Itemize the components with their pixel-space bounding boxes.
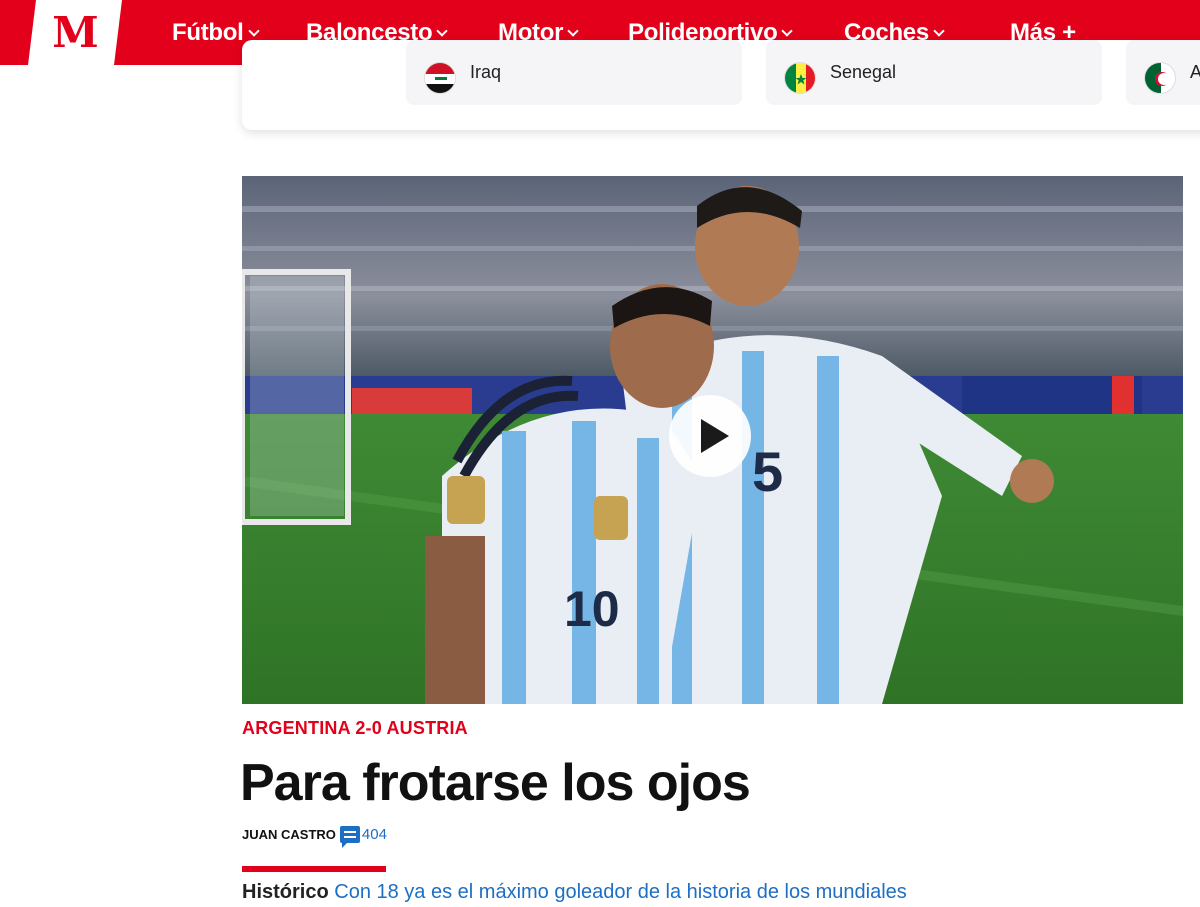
- play-video-button[interactable]: [669, 395, 751, 477]
- team-item-senegal[interactable]: Senegal: [766, 40, 1102, 105]
- article-headline[interactable]: Para frotarse los ojos: [240, 753, 751, 813]
- team-name: Iraq: [470, 62, 502, 82]
- chevron-down-icon: [567, 24, 579, 37]
- related-article-link[interactable]: Con 18 ya es el máximo goleador de la hi…: [334, 881, 907, 903]
- comments-count[interactable]: 404: [362, 826, 387, 843]
- team-name: Senegal: [830, 62, 897, 82]
- marca-logo[interactable]: M: [28, 0, 122, 65]
- hero-video-thumbnail[interactable]: 5 10: [242, 176, 1183, 704]
- team-item-algeria[interactable]: A: [1126, 40, 1200, 105]
- article-kicker: ARGENTINA 2-0 AUSTRIA: [242, 718, 468, 738]
- svg-text:10: 10: [564, 581, 620, 637]
- comment-icon[interactable]: [339, 826, 360, 848]
- author-name[interactable]: JUAN CASTRO: [242, 827, 336, 842]
- svg-text:5: 5: [752, 440, 783, 503]
- nav-label: Fútbol: [172, 18, 244, 46]
- senegal-flag-icon: [784, 62, 816, 94]
- iraq-flag-icon: [424, 62, 456, 94]
- related-article: Histórico Con 18 ya es el máximo goleado…: [242, 881, 907, 904]
- chevron-down-icon: [781, 24, 794, 37]
- chevron-down-icon: [933, 24, 945, 37]
- related-label: Histórico: [242, 881, 329, 903]
- chevron-down-icon: [436, 24, 449, 37]
- team-item-iraq[interactable]: Iraq: [406, 40, 742, 105]
- algeria-flag-icon: [1144, 62, 1176, 94]
- article-byline: JUAN CASTRO 404: [242, 826, 387, 848]
- chevron-down-icon: [247, 24, 260, 37]
- logo-text: M: [52, 8, 98, 57]
- team-name: A: [1190, 62, 1200, 82]
- section-divider: [242, 866, 386, 872]
